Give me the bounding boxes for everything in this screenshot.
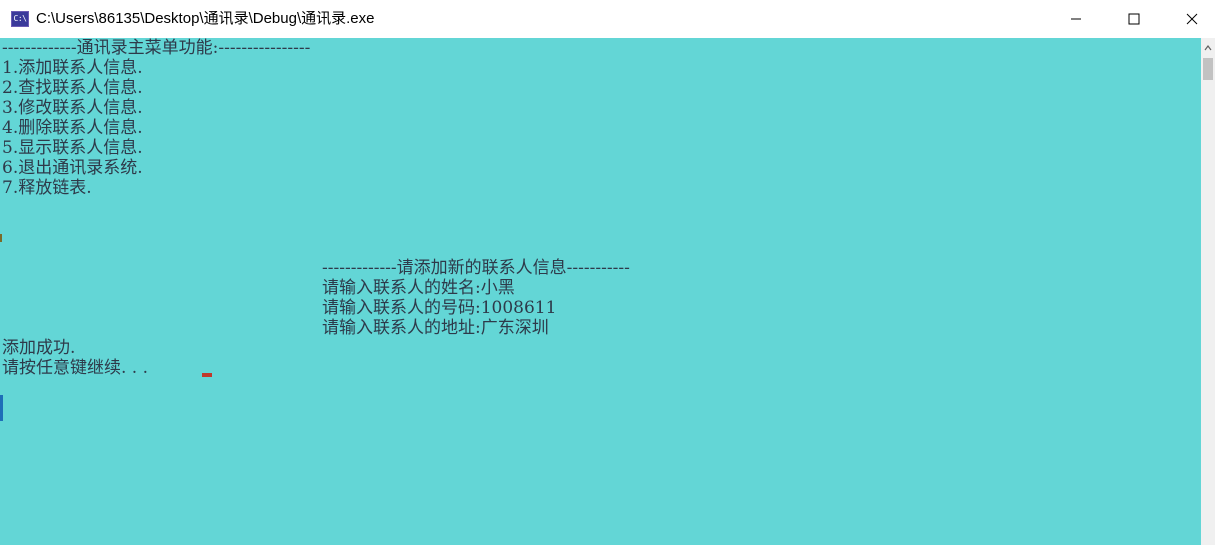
phone-prompt: 请输入联系人的号码:1008611: [322, 298, 557, 318]
continue-message: 请按任意键继续. . .: [2, 358, 149, 378]
maximize-icon: [1128, 13, 1140, 25]
maximize-button[interactable]: [1111, 0, 1157, 38]
text-cursor: [202, 373, 212, 377]
title-bar[interactable]: C:\ C:\Users\86135\Desktop\通讯录\Debug\通讯录…: [0, 0, 1215, 38]
address-prompt: 请输入联系人的地址:广东深圳: [322, 318, 549, 338]
add-contact-header: -------------请添加新的联系人信息-----------: [322, 258, 630, 278]
console-window: C:\ C:\Users\86135\Desktop\通讯录\Debug\通讯录…: [0, 0, 1215, 545]
menu-item-modify: 3.修改联系人信息.: [2, 98, 143, 118]
chevron-up-icon: [1204, 45, 1212, 51]
name-prompt: 请输入联系人的姓名:小黑: [322, 278, 515, 298]
menu-item-add: 1.添加联系人信息.: [2, 58, 143, 78]
close-icon: [1186, 13, 1198, 25]
success-message: 添加成功.: [2, 338, 76, 358]
console-output[interactable]: -------------通讯录主菜单功能:---------------- 1…: [0, 38, 1201, 545]
scrollbar-thumb[interactable]: [1203, 58, 1213, 80]
left-edge-marker-small: [0, 234, 2, 242]
menu-item-display: 5.显示联系人信息.: [2, 138, 143, 158]
console-app-icon[interactable]: C:\: [11, 11, 29, 27]
menu-item-delete: 4.删除联系人信息.: [2, 118, 143, 138]
vertical-scrollbar[interactable]: [1201, 38, 1215, 545]
minimize-button[interactable]: [1053, 0, 1099, 38]
menu-item-free: 7.释放链表.: [2, 178, 92, 198]
window-title: C:\Users\86135\Desktop\通讯录\Debug\通讯录.exe: [36, 10, 375, 27]
scroll-up-button[interactable]: [1201, 40, 1215, 56]
menu-header: -------------通讯录主菜单功能:----------------: [2, 38, 311, 58]
minimize-icon: [1071, 18, 1081, 20]
menu-item-find: 2.查找联系人信息.: [2, 78, 143, 98]
close-button[interactable]: [1169, 0, 1215, 38]
left-edge-marker: [0, 395, 3, 421]
menu-item-exit: 6.退出通讯录系统.: [2, 158, 143, 178]
